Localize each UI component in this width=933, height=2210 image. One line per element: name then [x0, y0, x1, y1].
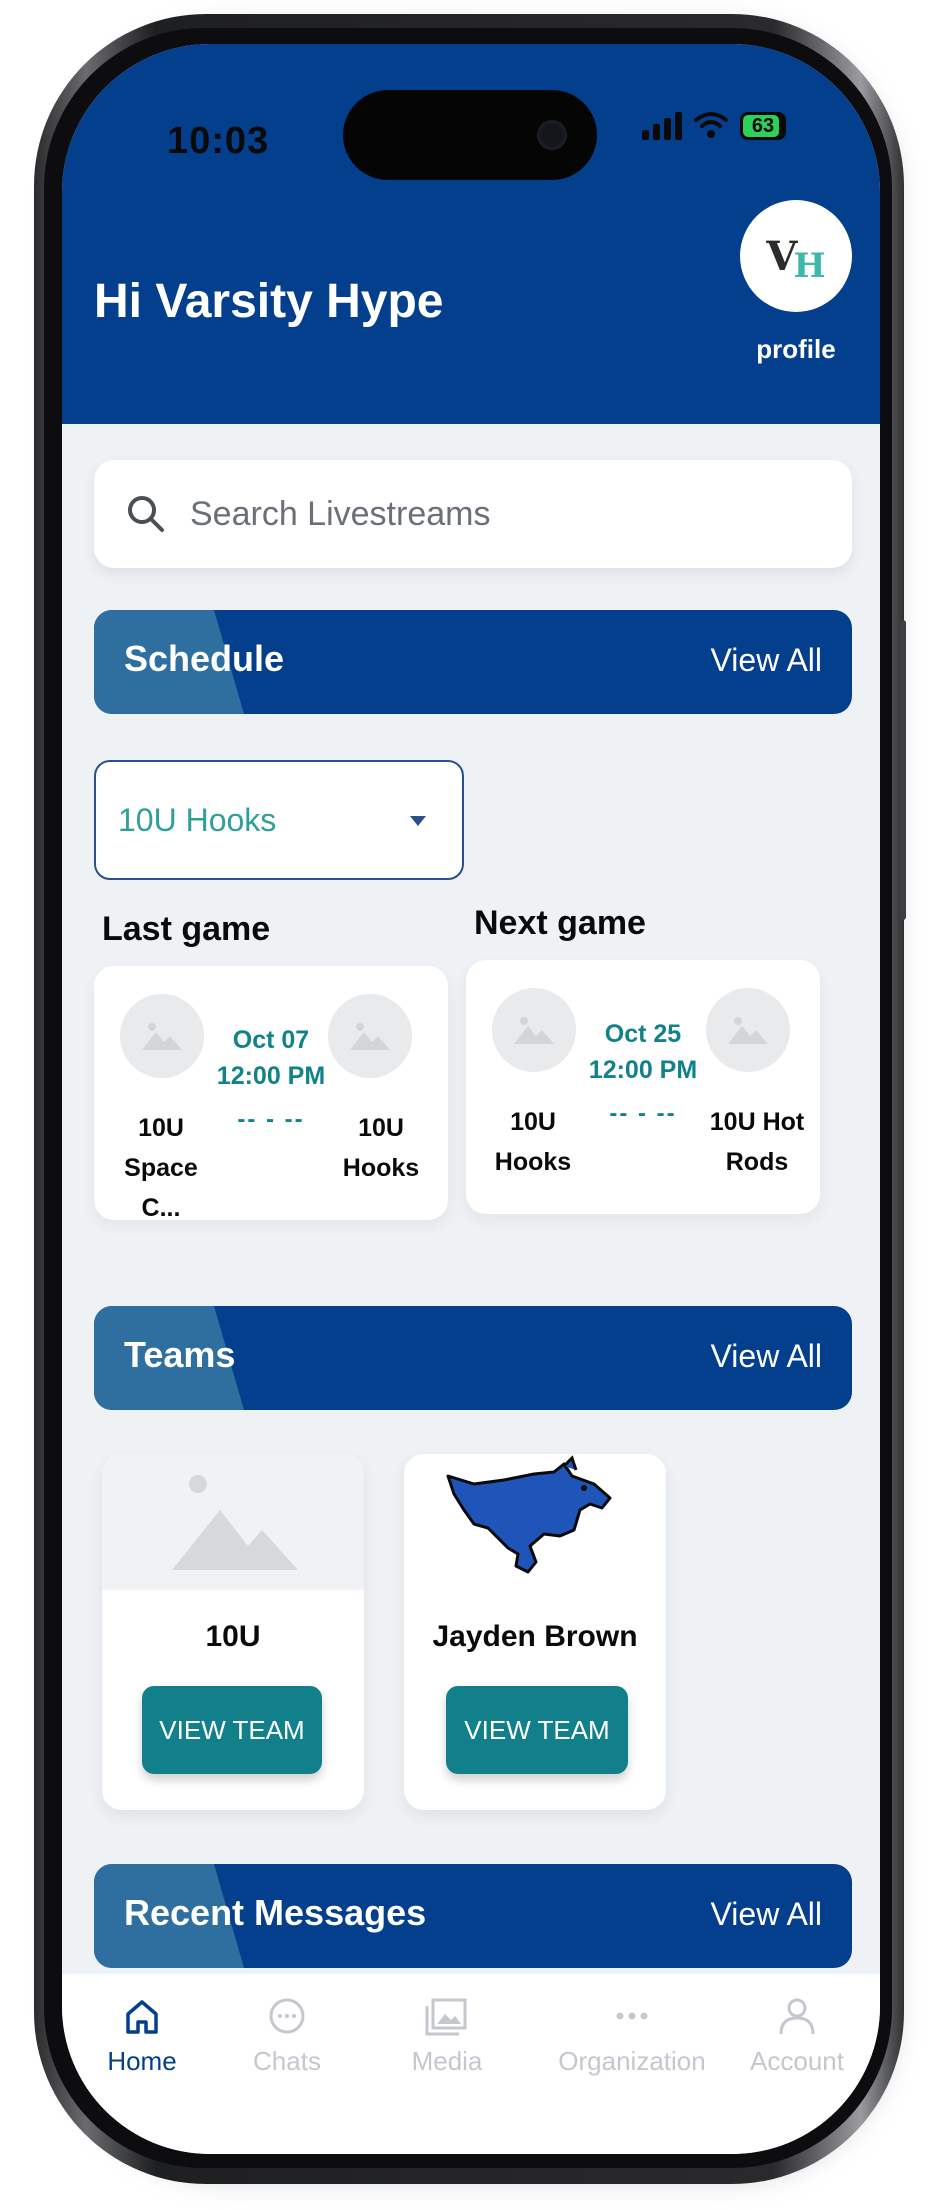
next-game-time: 12:00 PM [588, 1056, 698, 1084]
profile-label[interactable]: profile [740, 334, 852, 365]
more-dots-icon [616, 2012, 648, 2020]
view-team-button[interactable]: VIEW TEAM [446, 1686, 628, 1774]
next-game-date: Oct 25 [604, 1020, 682, 1048]
last-game-time: 12:00 PM [216, 1062, 326, 1090]
recent-messages-title: Recent Messages [124, 1892, 427, 1933]
tab-account-label: Account [750, 2046, 844, 2076]
tab-media[interactable]: Media [367, 1994, 527, 2077]
schedule-view-all-link[interactable]: View All [711, 642, 822, 679]
home-icon [126, 2000, 158, 2034]
tab-home-label: Home [107, 2046, 177, 2076]
tab-media-label: Media [411, 2046, 483, 2076]
app-header: 10:03 63 Hi Varsity Hype VH profile [62, 44, 880, 424]
last-game-heading: Last game [102, 910, 271, 948]
last-game-card[interactable]: Oct 07 12:00 PM -- - -- 10U Space C... 1… [94, 966, 448, 1222]
caret-down-icon [410, 816, 426, 826]
last-game-datetime: Oct 07 12:00 PM [201, 1022, 341, 1094]
next-game-heading: Next game [474, 904, 646, 942]
team-select-dropdown[interactable]: 10U Hooks [94, 760, 464, 880]
front-camera [537, 120, 567, 150]
wifi-icon [694, 112, 728, 138]
chat-icon [269, 1998, 305, 2034]
avatar-initial-h: H [793, 246, 826, 286]
team-select-value: 10U Hooks [118, 802, 277, 838]
team-card[interactable]: 10U VIEW TEAM [102, 1454, 364, 1810]
media-icon [425, 1998, 467, 2036]
next-game-away-team: 10U Hot Rods [709, 1108, 805, 1176]
next-game-score: -- - -- [609, 1100, 677, 1127]
schedule-title: Schedule [124, 638, 285, 679]
dynamic-island [343, 90, 597, 180]
tab-home[interactable]: Home [62, 1994, 222, 2077]
team-logo-icon [492, 988, 576, 1072]
battery-level: 63 [751, 114, 775, 137]
side-button [900, 620, 906, 920]
last-game-home-team: 10U Space C... [124, 1114, 198, 1222]
tab-organization-label: Organization [558, 2046, 706, 2076]
teams-title: Teams [124, 1334, 236, 1375]
next-game-datetime: Oct 25 12:00 PM [573, 1016, 713, 1088]
last-game-date: Oct 07 [232, 1026, 310, 1054]
status-icons: 63 [642, 110, 786, 140]
account-icon [779, 1998, 815, 2035]
battery-icon: 63 [740, 112, 786, 140]
teams-view-all-link[interactable]: View All [711, 1338, 822, 1375]
team-card[interactable]: Jayden Brown VIEW TEAM [404, 1454, 666, 1810]
view-team-button[interactable]: VIEW TEAM [142, 1686, 322, 1774]
last-game-score: -- - -- [237, 1106, 305, 1133]
team-name: 10U [205, 1620, 261, 1653]
bottom-tab-bar: Home Chats Media Organization Account [62, 1974, 880, 2154]
app-screen: 10:03 63 Hi Varsity Hype VH profile Sear… [62, 44, 880, 2154]
tab-chats-label: Chats [253, 2046, 321, 2076]
team-logo-icon [706, 988, 790, 1072]
last-game-away-team: 10U Hooks [342, 1114, 420, 1182]
teams-header: Teams View All [94, 1306, 852, 1410]
tab-chats[interactable]: Chats [207, 1994, 367, 2077]
tab-organization[interactable]: Organization [532, 1994, 732, 2077]
team-logo-icon [120, 994, 204, 1078]
search-placeholder: Search Livestreams [190, 494, 491, 533]
greeting-title: Hi Varsity Hype [94, 275, 444, 328]
signal-icon [642, 110, 682, 140]
tab-account[interactable]: Account [717, 1994, 877, 2077]
placeholder-image-icon [102, 1454, 364, 1590]
search-icon [128, 496, 164, 532]
recent-messages-header: Recent Messages View All [94, 1864, 852, 1968]
messages-view-all-link[interactable]: View All [711, 1896, 822, 1933]
team-name: Jayden Brown [432, 1620, 638, 1653]
search-input[interactable]: Search Livestreams [94, 460, 852, 568]
next-game-card[interactable]: Oct 25 12:00 PM -- - -- 10U Hooks 10U Ho… [466, 960, 820, 1214]
next-game-home-team: 10U Hooks [494, 1108, 572, 1176]
mustang-logo-icon [404, 1454, 666, 1590]
schedule-header: Schedule View All [94, 610, 852, 714]
status-time: 10:03 [167, 120, 270, 162]
profile-avatar[interactable]: VH [740, 200, 852, 312]
